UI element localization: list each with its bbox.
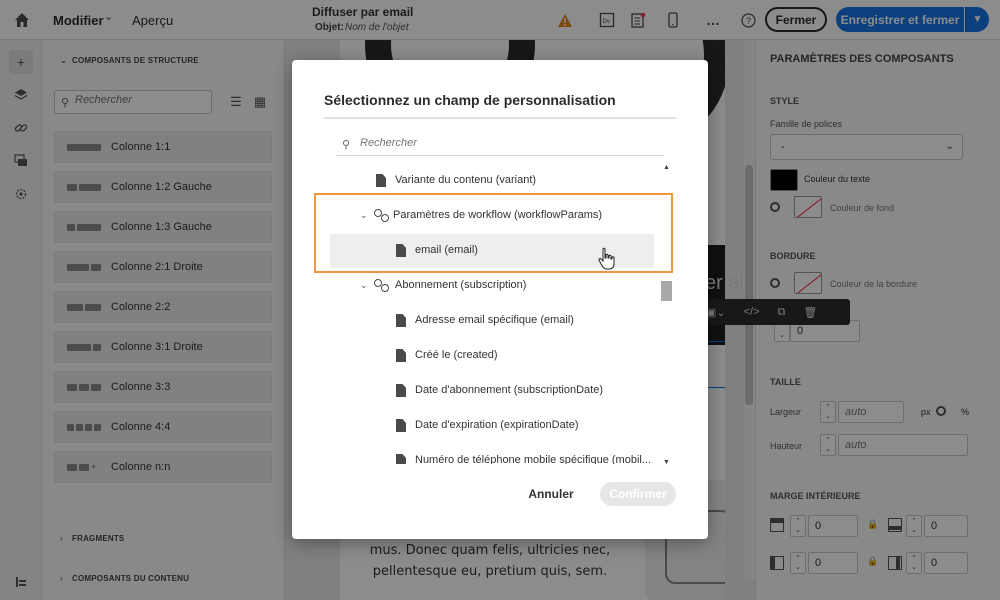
dialog-search-input[interactable]: [360, 137, 650, 149]
tree-item-label: Paramètres de workflow (workflowParams): [393, 209, 603, 221]
cancel-button[interactable]: Annuler: [522, 482, 580, 506]
tree-item-label: Adresse email spécifique (email): [415, 314, 574, 326]
dialog-search[interactable]: ⚲: [336, 134, 664, 156]
tree-item-label: Date d'abonnement (subscriptionDate): [415, 384, 603, 396]
file-icon: [376, 174, 386, 187]
file-icon: [396, 384, 406, 397]
tree-item-label: Créé le (created): [415, 349, 498, 361]
dialog-title: Sélectionnez un champ de personnalisatio…: [324, 92, 616, 108]
chevron-down-icon[interactable]: ⌄: [360, 210, 368, 221]
tree-item-mobile[interactable]: Numéro de téléphone mobile spécifique (m…: [330, 444, 654, 464]
search-icon: ⚲: [342, 139, 351, 151]
field-tree: Variante du contenu (variant) ⌄ Paramètr…: [330, 164, 660, 464]
tree-item-label: email (email): [415, 244, 478, 256]
file-icon: [396, 349, 406, 362]
file-icon: [396, 314, 406, 327]
tree-item-subscription-email[interactable]: Adresse email spécifique (email): [330, 304, 654, 338]
divider: [324, 117, 676, 119]
tree-item-expiration-date[interactable]: Date d'expiration (expirationDate): [330, 409, 654, 443]
tree-scrollbar[interactable]: ▲ ▼: [660, 164, 674, 466]
tree-item-subscription[interactable]: ⌄ Abonnement (subscription): [330, 269, 654, 303]
workflow-icon: [374, 279, 389, 292]
chevron-down-icon[interactable]: ⌄: [360, 280, 368, 291]
confirm-button[interactable]: Confirmer: [600, 482, 676, 506]
tree-item-created[interactable]: Créé le (created): [330, 339, 654, 373]
tree-item-subscription-date[interactable]: Date d'abonnement (subscriptionDate): [330, 374, 654, 408]
hand-cursor-icon: [597, 247, 617, 271]
tree-item-label: Variante du contenu (variant): [395, 174, 537, 186]
scroll-up-icon[interactable]: ▲: [663, 164, 670, 171]
tree-item-label: Numéro de téléphone mobile spécifique (m…: [415, 454, 652, 464]
file-icon: [396, 244, 406, 257]
personalization-field-dialog: Sélectionnez un champ de personnalisatio…: [292, 60, 708, 539]
scroll-down-icon[interactable]: ▼: [663, 459, 670, 466]
tree-item-variant[interactable]: Variante du contenu (variant): [330, 164, 654, 198]
scrollbar-thumb[interactable]: [661, 281, 672, 301]
tree-item-label: Date d'expiration (expirationDate): [415, 419, 579, 431]
tree-item-label: Abonnement (subscription): [395, 279, 527, 291]
tree-item-workflow-params[interactable]: ⌄ Paramètres de workflow (workflowParams…: [330, 199, 654, 233]
workflow-icon: [374, 209, 389, 222]
file-icon: [396, 419, 406, 432]
file-icon: [396, 454, 406, 464]
